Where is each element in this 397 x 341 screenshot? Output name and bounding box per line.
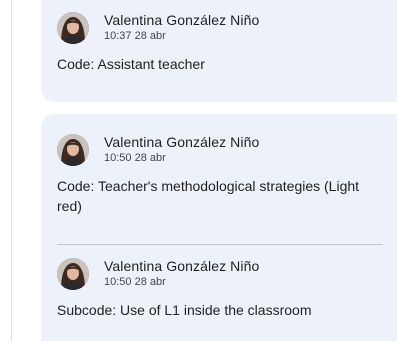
comment-text: Code: Teacher's methodological strategie… — [57, 178, 360, 214]
comment-author: Valentina González Niño — [104, 12, 260, 28]
comment-text: Code: Assistant teacher — [57, 56, 205, 72]
user-avatar-icon — [57, 134, 89, 166]
comment-thread-card[interactable]: Valentina González Niño 10:50 28 abr Cod… — [41, 114, 397, 341]
comment-thread-card[interactable]: Valentina González Niño 10:37 28 abr Cod… — [41, 0, 397, 102]
comment-timestamp: 10:37 28 abr — [104, 30, 166, 42]
comments-panel: Valentina González Niño 10:37 28 abr Cod… — [0, 0, 397, 341]
reply-divider — [57, 244, 383, 245]
comment-author: Valentina González Niño — [104, 258, 260, 274]
comment-timestamp: 10:50 28 abr — [104, 276, 166, 288]
user-avatar-icon — [57, 12, 89, 44]
comment-timestamp: 10:50 28 abr — [104, 152, 166, 164]
comment-author: Valentina González Niño — [104, 134, 260, 150]
comment-text: Subcode: Use of L1 inside the classroom — [57, 302, 312, 318]
user-avatar-icon — [57, 258, 89, 290]
panel-left-border — [11, 0, 12, 341]
